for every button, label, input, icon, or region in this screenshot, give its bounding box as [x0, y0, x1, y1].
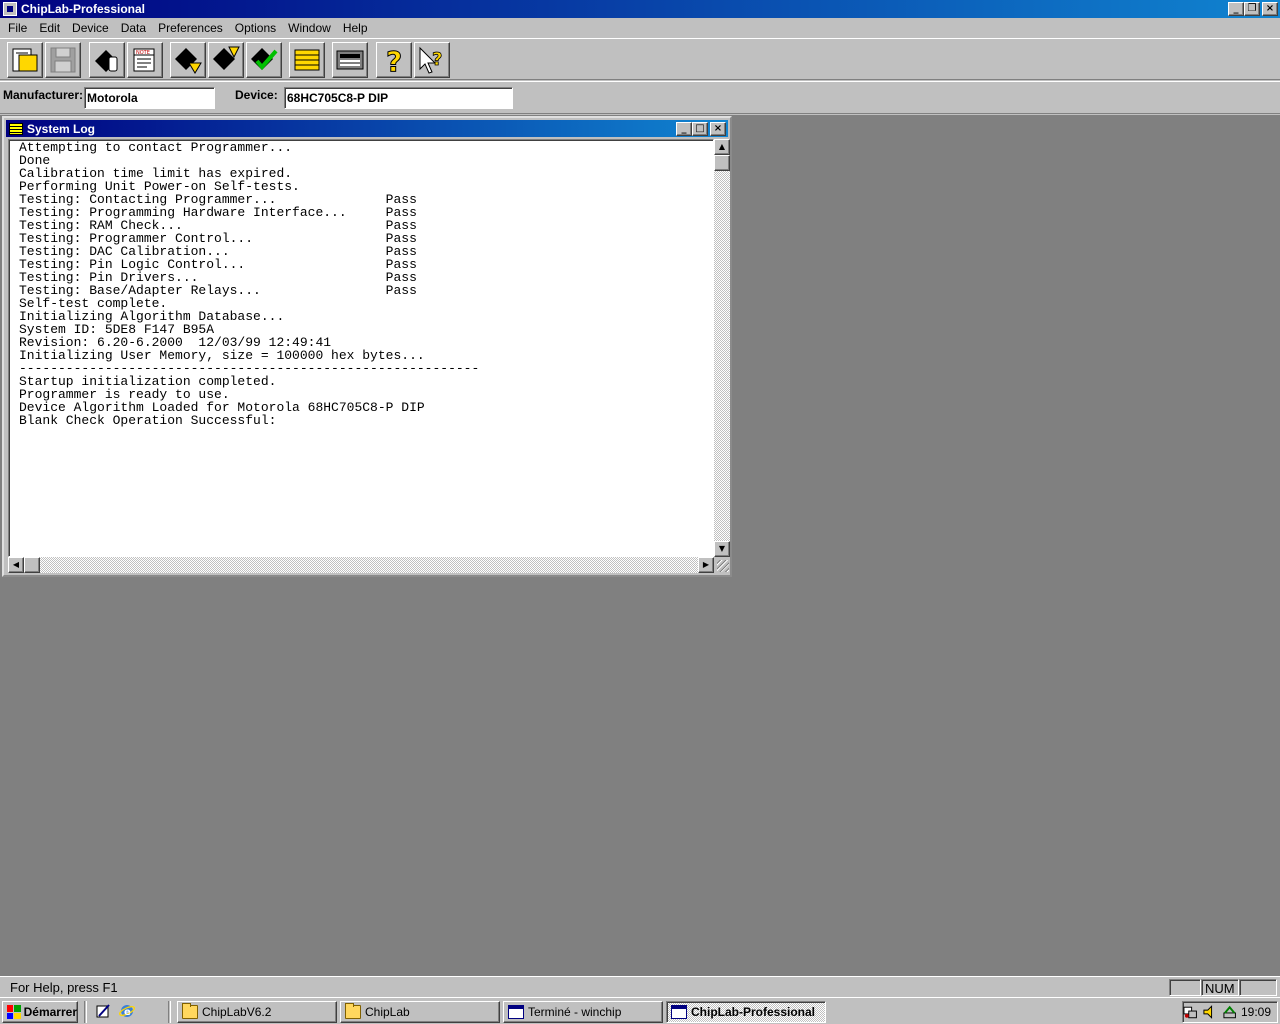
- context-help-button[interactable]: ?: [414, 42, 450, 78]
- task-termine-winchip[interactable]: Terminé - winchip: [503, 1001, 663, 1023]
- folder-icon: [345, 1003, 361, 1019]
- status-panel-caps: [1169, 979, 1201, 996]
- menu-file[interactable]: File: [2, 21, 33, 35]
- tray-clock[interactable]: 19:09: [1241, 1005, 1271, 1019]
- log-window-icon[interactable]: [9, 122, 23, 135]
- note-icon: NOTE: [133, 48, 155, 72]
- verify-device-button[interactable]: [246, 42, 282, 78]
- task-chiplabv62[interactable]: ChipLabV6.2: [177, 1001, 337, 1023]
- system-log-title-bar[interactable]: System Log _ □ ×: [6, 120, 728, 137]
- status-panel-num: NUM: [1201, 979, 1239, 996]
- log-close-button[interactable]: ×: [710, 122, 726, 136]
- svg-text:NOTE: NOTE: [136, 50, 150, 56]
- select-chip-button[interactable]: [89, 42, 125, 78]
- task-label: ChipLab: [365, 1005, 410, 1019]
- menu-data[interactable]: Data: [115, 21, 152, 35]
- svg-text:?: ?: [432, 49, 442, 70]
- buffer-icon: [294, 49, 320, 71]
- read-device-button[interactable]: [170, 42, 206, 78]
- buffer-button[interactable]: [289, 42, 325, 78]
- minimize-button[interactable]: _: [1228, 2, 1244, 16]
- status-help-text: For Help, press F1: [10, 980, 118, 995]
- device-bar: Manufacturer: Motorola Device: 68HC705C8…: [0, 81, 1280, 114]
- status-panel-scroll: [1239, 979, 1277, 996]
- scroll-left-arrow-icon[interactable]: ◀: [8, 557, 24, 573]
- note-button[interactable]: NOTE: [127, 42, 163, 78]
- log-maximize-button[interactable]: □: [692, 122, 708, 136]
- menu-edit[interactable]: Edit: [33, 21, 66, 35]
- toolbar: NOTE ? ?: [0, 38, 1280, 80]
- scroll-up-arrow-icon[interactable]: ▲: [714, 139, 730, 155]
- menu-preferences[interactable]: Preferences: [152, 21, 229, 35]
- restore-button[interactable]: ❐: [1244, 2, 1260, 16]
- scheduler-tray-icon[interactable]: [1222, 1004, 1237, 1020]
- vertical-scroll-thumb[interactable]: [714, 155, 730, 171]
- help-button[interactable]: ?: [376, 42, 412, 78]
- open-file-button[interactable]: [7, 42, 43, 78]
- help-icon: ?: [386, 45, 403, 75]
- quicklaunch-desktop-button[interactable]: [94, 1002, 112, 1020]
- program-device-button[interactable]: [208, 42, 244, 78]
- select-chip-icon: [95, 50, 118, 72]
- device-field[interactable]: 68HC705C8-P DIP: [284, 87, 513, 109]
- menu-options[interactable]: Options: [229, 21, 282, 35]
- app-title: ChipLab-Professional: [21, 2, 146, 16]
- scroll-right-arrow-icon[interactable]: ▶: [698, 557, 714, 573]
- horizontal-scrollbar[interactable]: ◀ ▶: [8, 557, 714, 573]
- start-label: Démarrer: [23, 1005, 77, 1019]
- device-label: Device:: [235, 88, 278, 102]
- windows-logo-icon: [7, 1005, 21, 1019]
- network-tray-icon[interactable]: [1183, 1004, 1198, 1020]
- svg-text:?: ?: [386, 45, 402, 75]
- menu-bar: File Edit Device Data Preferences Option…: [0, 18, 1280, 38]
- verify-device-icon: [251, 48, 278, 71]
- manufacturer-label: Manufacturer:: [3, 88, 84, 102]
- taskbar: Démarrer e ChipLabV6.2 ChipLab Terminé -…: [0, 997, 1280, 1024]
- task-label: ChipLab-Professional: [691, 1005, 816, 1019]
- close-button[interactable]: ×: [1262, 2, 1278, 16]
- folder-icon: [182, 1003, 198, 1019]
- app-title-bar[interactable]: ChipLab-Professional _ ❐ ×: [0, 0, 1280, 18]
- system-tray: 19:09: [1182, 1001, 1278, 1023]
- manufacturer-field[interactable]: Motorola: [84, 87, 215, 109]
- system-log-title: System Log: [27, 121, 96, 136]
- menu-help[interactable]: Help: [337, 21, 374, 35]
- scroll-down-arrow-icon[interactable]: ▼: [714, 541, 730, 557]
- context-help-icon: ?: [419, 46, 443, 74]
- save-button[interactable]: [45, 42, 81, 78]
- menu-device[interactable]: Device: [66, 21, 115, 35]
- quicklaunch-ie-button[interactable]: e: [118, 1002, 136, 1020]
- vertical-scrollbar[interactable]: ▲ ▼: [714, 139, 730, 557]
- log-text-area[interactable]: Attempting to contact Programmer... Done C…: [8, 139, 714, 557]
- task-chiplab[interactable]: ChipLab: [340, 1001, 500, 1023]
- keyboard-editor-icon: [336, 50, 364, 70]
- status-bar: For Help, press F1 NUM: [0, 976, 1280, 996]
- task-chiplab-professional[interactable]: ChipLab-Professional: [666, 1001, 826, 1023]
- volume-speaker-icon[interactable]: [1202, 1004, 1217, 1020]
- taskbar-divider: [168, 1001, 171, 1023]
- task-label: Terminé - winchip: [528, 1005, 622, 1019]
- app-icon[interactable]: [3, 2, 17, 16]
- log-line: Blank Check Operation Successful:: [19, 413, 277, 428]
- app-window-icon: [508, 1005, 524, 1019]
- log-line: Attempting to contact Programmer...: [19, 140, 293, 155]
- keyboard-editor-button[interactable]: [332, 42, 368, 78]
- start-button[interactable]: Démarrer: [2, 1001, 78, 1023]
- task-label: ChipLabV6.2: [202, 1005, 272, 1019]
- open-file-icon: [12, 48, 38, 72]
- internet-explorer-icon: e: [119, 1005, 135, 1018]
- svg-text:e: e: [124, 1007, 131, 1018]
- horizontal-scroll-thumb[interactable]: [24, 557, 40, 573]
- save-disk-icon: [50, 47, 76, 73]
- resize-grip-icon[interactable]: [714, 557, 730, 573]
- read-device-icon: [175, 48, 202, 74]
- notepad-pen-icon: [96, 1004, 110, 1018]
- program-device-icon: [213, 46, 240, 70]
- taskbar-divider: [84, 1001, 87, 1023]
- system-log-window: System Log _ □ × Attempting to contact P…: [2, 116, 732, 577]
- menu-window[interactable]: Window: [282, 21, 337, 35]
- log-lines: Attempting to contact Programmer... Done C…: [9, 140, 713, 427]
- log-minimize-button[interactable]: _: [676, 122, 692, 136]
- app-window-icon: [671, 1005, 687, 1019]
